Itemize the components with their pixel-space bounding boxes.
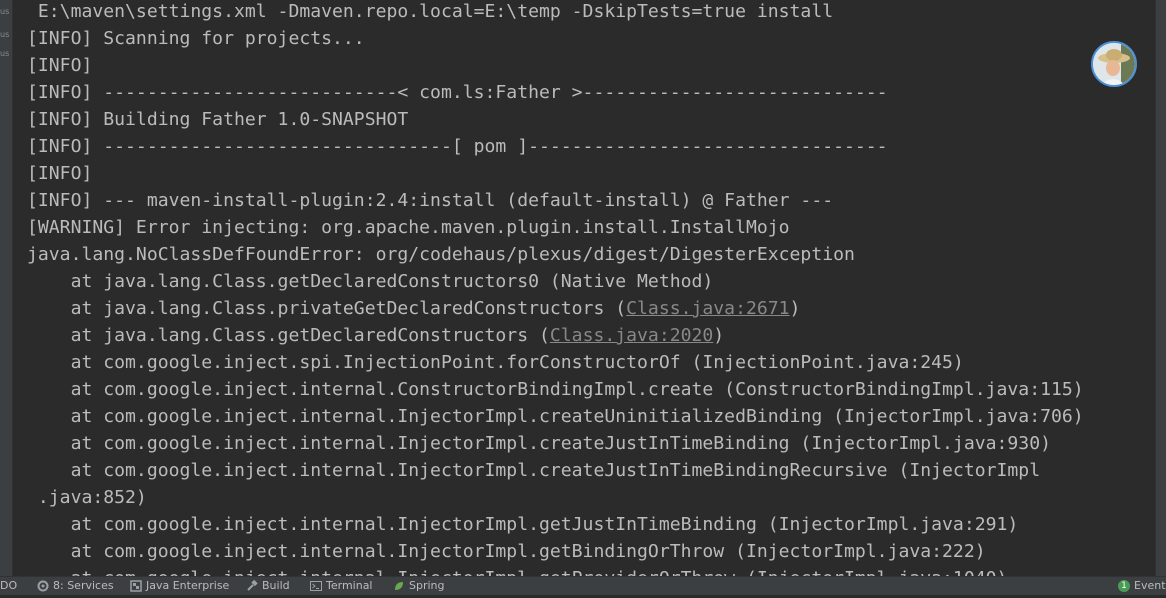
build-tab[interactable]: Build: [246, 577, 290, 595]
event-count: 1: [1121, 581, 1127, 591]
console-line: at com.google.inject.spi.InjectionPoint.…: [27, 349, 964, 376]
console-line-text: at java.lang.Class.getDeclaredConstructo…: [27, 325, 550, 346]
java-enterprise-tab[interactable]: Java Enterprise: [130, 577, 229, 595]
console-line-text: at com.google.inject.internal.Constructo…: [27, 379, 1084, 400]
source-link[interactable]: Class.java:2671: [626, 298, 789, 319]
console-line: at com.google.inject.internal.Constructo…: [27, 376, 1084, 403]
console-line: [INFO] --------------------------------[…: [27, 133, 888, 160]
spring-icon: [393, 580, 405, 592]
terminal-label: Terminal: [326, 579, 373, 592]
console-line: [INFO] Building Father 1.0-SNAPSHOT: [27, 106, 408, 133]
console-line-text: [INFO] Scanning for projects...: [27, 28, 365, 49]
console-line: .java:852): [27, 484, 147, 511]
terminal-tab[interactable]: Terminal: [310, 577, 373, 595]
console-line-text: at com.google.inject.internal.InjectorIm…: [27, 568, 1008, 576]
java-enterprise-label: Java Enterprise: [146, 579, 230, 592]
console-line: at com.google.inject.internal.InjectorIm…: [27, 565, 1008, 576]
console-output[interactable]: E:\maven\settings.xml -Dmaven.repo.local…: [27, 0, 1152, 576]
console-line-text: at com.google.inject.internal.InjectorIm…: [27, 460, 1041, 481]
todo-label: DO: [0, 579, 18, 592]
user-avatar[interactable]: [1091, 41, 1137, 87]
todo-tab[interactable]: DO: [0, 577, 17, 595]
build-label: Build: [262, 579, 290, 592]
strip-mark: us: [0, 30, 10, 39]
console-line-text: at java.lang.Class.privateGetDeclaredCon…: [27, 298, 627, 319]
strip-mark: us: [0, 49, 10, 58]
java-enterprise-icon: [130, 580, 142, 592]
terminal-icon: [310, 580, 322, 592]
strip-mark: us: [0, 7, 10, 16]
console-line: [INFO] Scanning for projects...: [27, 25, 365, 52]
console-line: [INFO] ---------------------------< com.…: [27, 79, 888, 106]
console-line-text: [INFO] --- maven-install-plugin:2.4:inst…: [27, 190, 834, 211]
console-line-text: [INFO] --------------------------------[…: [27, 136, 888, 157]
console-line-text: at com.google.inject.internal.InjectorIm…: [27, 541, 986, 562]
console-line-text: E:\maven\settings.xml -Dmaven.repo.local…: [27, 1, 834, 22]
left-tool-strip: us us us: [0, 0, 13, 576]
console-line: at com.google.inject.internal.InjectorIm…: [27, 403, 1084, 430]
event-count-badge: 1: [1118, 580, 1130, 592]
console-line: java.lang.NoClassDefFoundError: org/code…: [27, 241, 855, 268]
console-line: at java.lang.Class.getDeclaredConstructo…: [27, 268, 714, 295]
status-bar: DO 8: Services Java Enterprise Build Ter…: [0, 576, 1166, 595]
console-line-text: at com.google.inject.spi.InjectionPoint.…: [27, 352, 964, 373]
console-line-text: [INFO]: [27, 163, 93, 184]
event-label: Event: [1134, 579, 1166, 592]
console-line-text: at com.google.inject.internal.InjectorIm…: [27, 514, 1019, 535]
console-line-text: [WARNING] Error injecting: org.apache.ma…: [27, 217, 790, 238]
console-line: at com.google.inject.internal.InjectorIm…: [27, 511, 1019, 538]
console-line-text: at com.google.inject.internal.InjectorIm…: [27, 406, 1084, 427]
spring-tab[interactable]: Spring: [393, 577, 445, 595]
console-line: [INFO]: [27, 52, 92, 79]
console-line: [INFO]: [27, 160, 92, 187]
right-tool-strip: [1155, 0, 1166, 576]
console-line: at com.google.inject.internal.InjectorIm…: [27, 538, 986, 565]
console-line: at com.google.inject.internal.InjectorIm…: [27, 430, 1051, 457]
services-tab[interactable]: 8: Services: [37, 577, 114, 595]
console-line-text: [INFO]: [27, 55, 93, 76]
console-line-suffix: ): [789, 298, 801, 319]
console-line-text: at java.lang.Class.getDeclaredConstructo…: [27, 271, 714, 292]
console-line: E:\maven\settings.xml -Dmaven.repo.local…: [27, 0, 833, 25]
console-line: [INFO] --- maven-install-plugin:2.4:inst…: [27, 187, 833, 214]
console-line-text: at com.google.inject.internal.InjectorIm…: [27, 433, 1051, 454]
spring-label: Spring: [409, 579, 445, 592]
event-log-tab[interactable]: 1 Event: [1118, 577, 1166, 595]
avatar-image: [1093, 43, 1135, 85]
services-icon: [37, 580, 49, 592]
console-line-text: java.lang.NoClassDefFoundError: org/code…: [27, 244, 855, 265]
source-link[interactable]: Class.java:2020: [550, 325, 713, 346]
console-line: [WARNING] Error injecting: org.apache.ma…: [27, 214, 790, 241]
console-line-text: [INFO] ---------------------------< com.…: [27, 82, 888, 103]
console-line-text: [INFO] Building Father 1.0-SNAPSHOT: [27, 109, 409, 130]
console-line: at java.lang.Class.getDeclaredConstructo…: [27, 322, 725, 349]
services-label: 8: Services: [53, 579, 114, 592]
console-line-suffix: ): [713, 325, 725, 346]
console-line-text: .java:852): [27, 487, 147, 508]
console-line: at com.google.inject.internal.InjectorIm…: [27, 457, 1041, 484]
hammer-icon: [246, 579, 258, 592]
console-line: at java.lang.Class.privateGetDeclaredCon…: [27, 295, 801, 322]
